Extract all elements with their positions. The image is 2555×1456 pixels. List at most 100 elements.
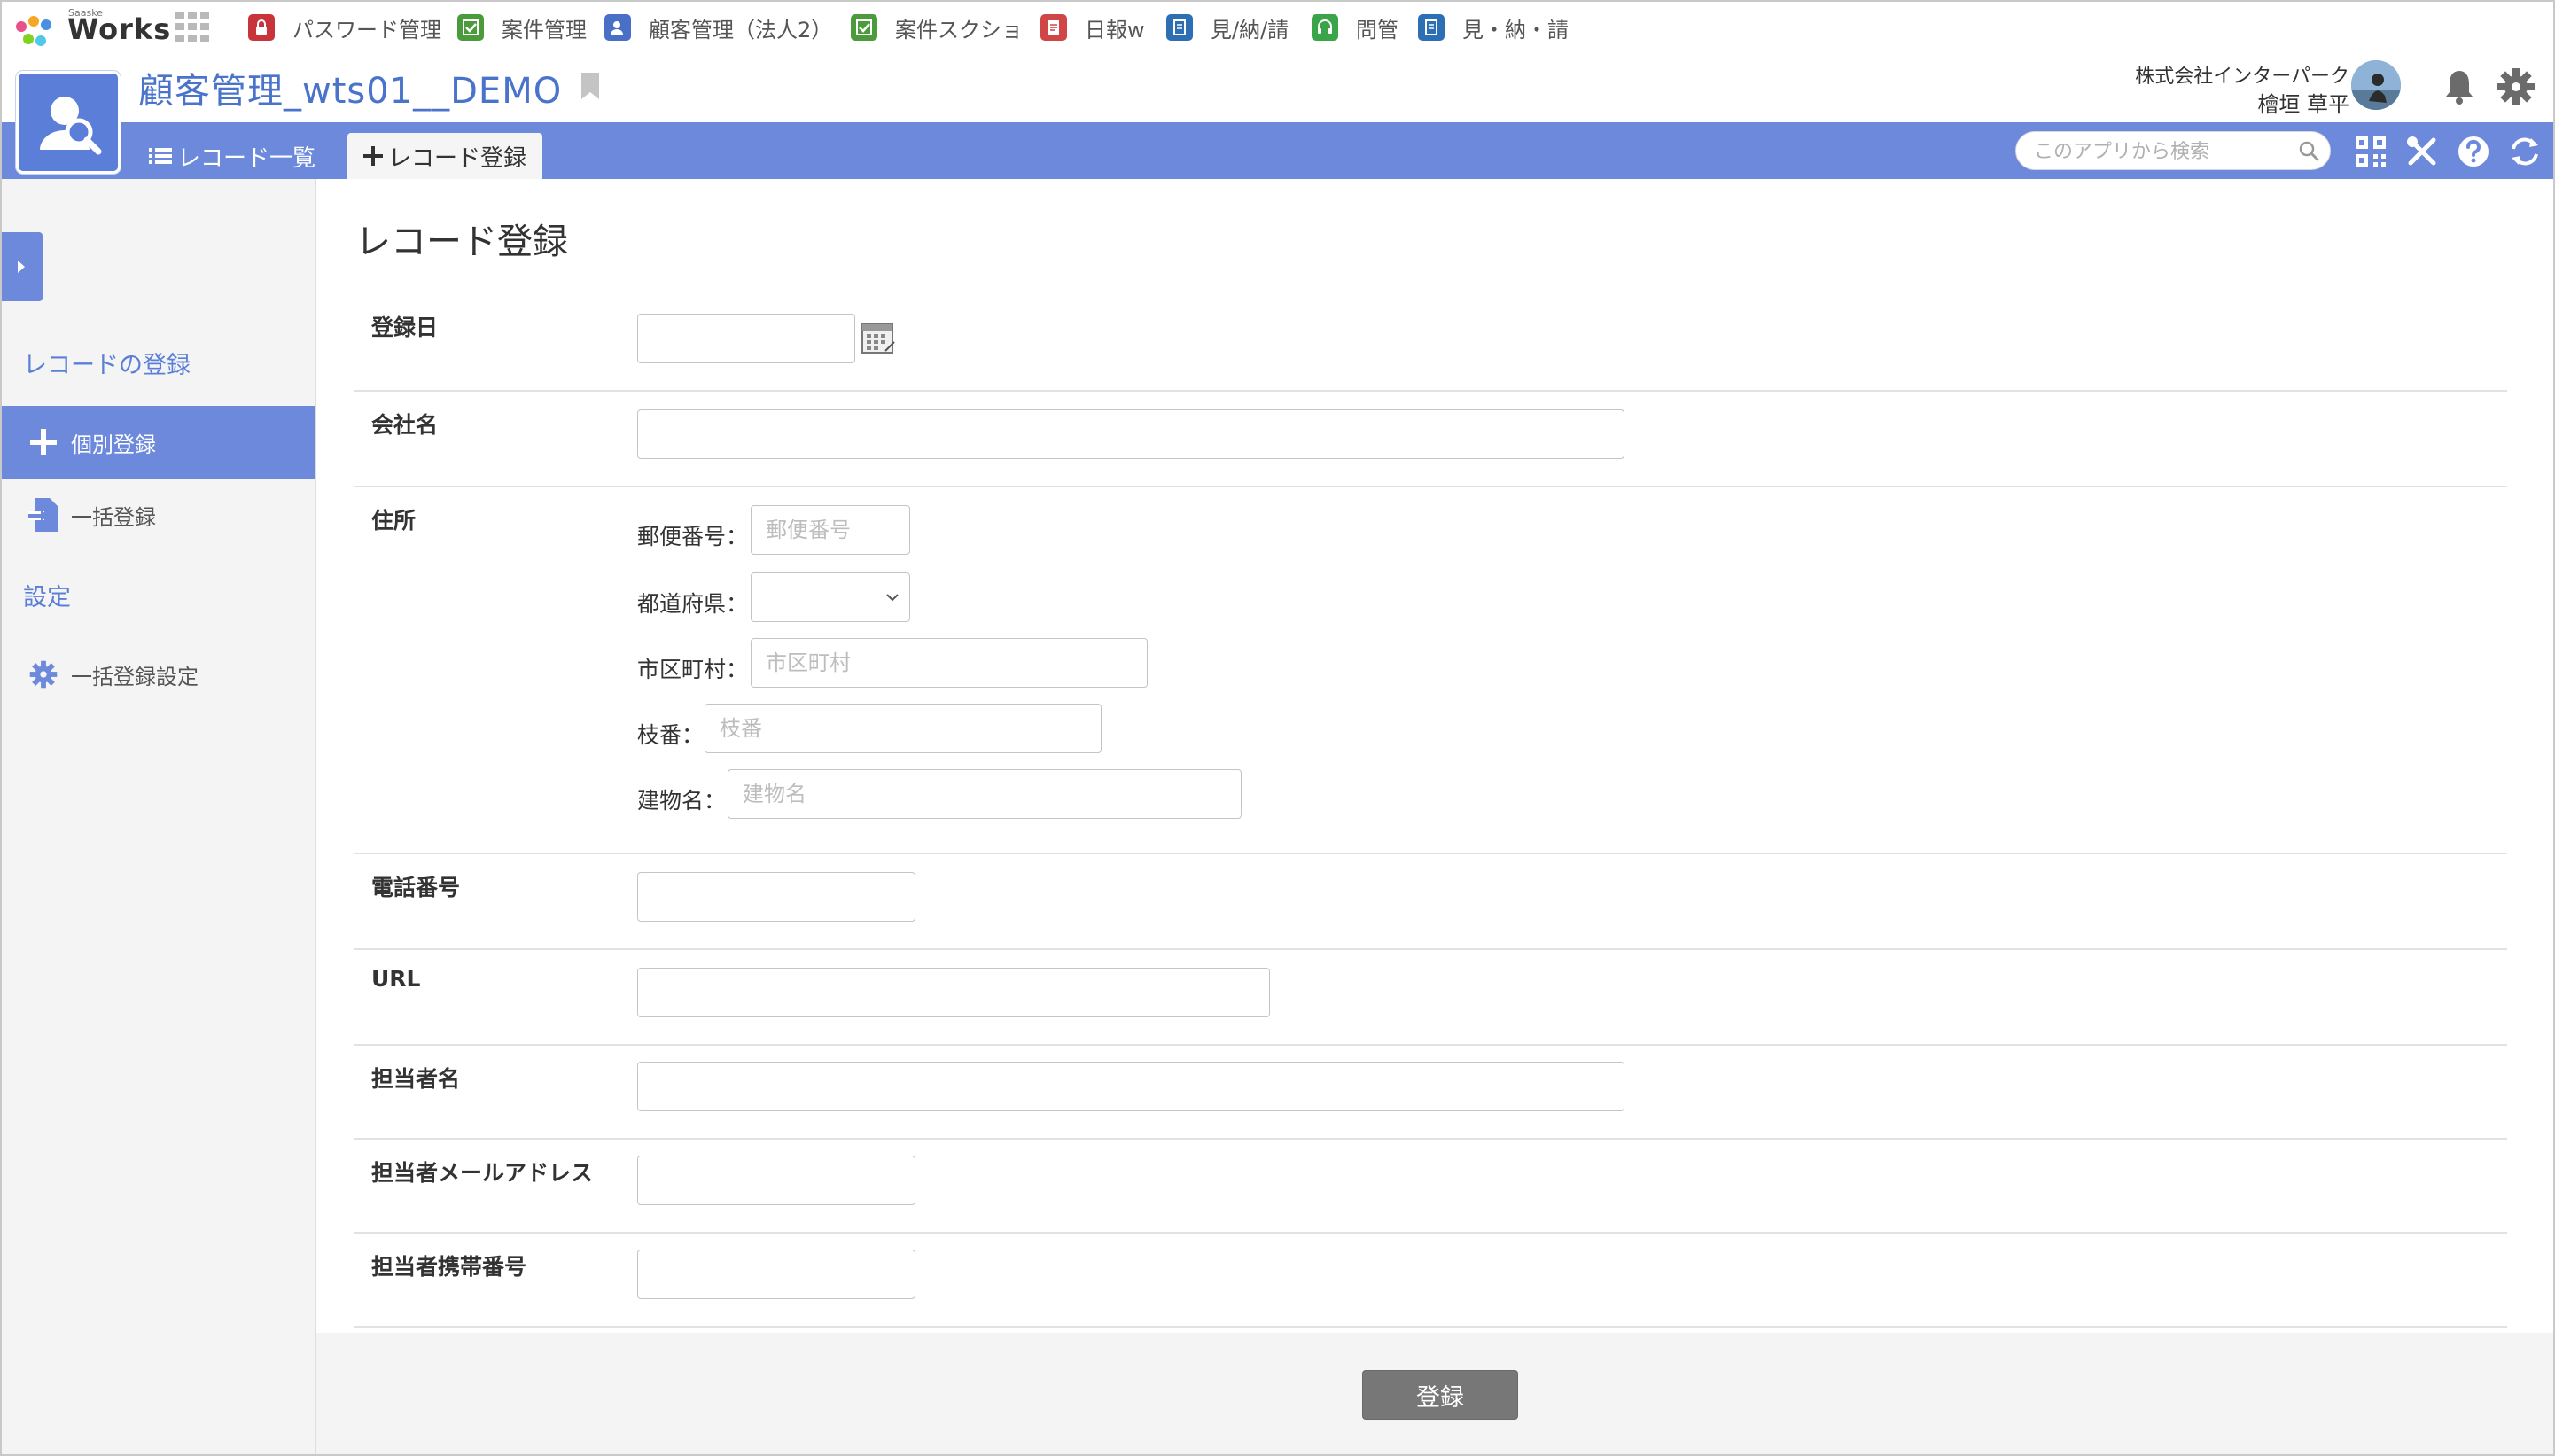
shortcut-label: 顧客管理（法人2） [649,17,833,43]
shortcut-quotes[interactable]: 見/納/請 [1166,2,1289,53]
contact-mobile-input[interactable] [637,1250,915,1299]
field-label: 住所 [371,508,417,533]
sidebar-section-settings: 設定 [23,584,71,611]
sidebar-section-records: レコードの登録 [23,352,191,379]
prefecture-select[interactable] [751,572,910,622]
shortcut-customers[interactable]: 顧客管理（法人2） [604,2,832,53]
building-name-label: 建物名： [637,788,727,814]
form-footer: 登録 [316,1333,2553,1454]
shortcut-label: 問管 [1356,17,1398,43]
customer-icon [604,14,631,41]
avatar[interactable] [2351,60,2401,110]
tab-label: レコード登録 [388,144,527,172]
field-row-company-name: 会社名 [354,392,2507,487]
phone-input[interactable] [637,872,915,922]
logo-mark-icon [16,16,51,46]
shortcut-projects[interactable]: 案件管理 [457,2,587,53]
sidebar-item-single-register[interactable]: 個別登録 [2,406,315,479]
app-nav-bar: レコード一覧 レコード登録 [2,122,2553,179]
document-icon [1418,14,1445,41]
sidebar: レコードの登録 個別登録 一括登録 設定 一括登録設定 [2,179,316,1454]
shortcut-inquiries[interactable]: 問管 [1312,2,1398,53]
contact-email-input[interactable] [637,1156,915,1205]
user-name[interactable]: 檜垣 草平 [2257,87,2349,118]
tab-record-register[interactable]: レコード登録 [347,133,543,179]
shortcut-label: 案件スクショ [895,17,1023,43]
avatar-image [2351,60,2401,110]
shortcut-label: 日報w [1085,17,1145,43]
field-row-address: 住所 郵便番号： 都道府県： 市区町村： 枝番： 建物名： [354,487,2507,854]
check-icon [457,14,484,41]
app-title: 顧客管理_wts01__DEMO [138,71,563,112]
field-row-contact-mobile: 担当者携帯番号 [354,1234,2507,1328]
field-row-contact-email: 担当者メールアドレス [354,1140,2507,1234]
app-search[interactable] [2015,131,2331,170]
chevron-down-icon [886,594,899,602]
top-app-bar: Saaske Works パスワード管理 案件管理 顧客管理（法人2） 案件スク… [2,2,2553,54]
url-input[interactable] [637,968,1270,1017]
sidebar-item-label: 一括登録 [71,504,156,530]
brand-name: Works [67,12,172,46]
prefecture-label: 都道府県： [637,591,749,617]
submit-button[interactable]: 登録 [1362,1370,1518,1420]
shortcut-label: 案件管理 [502,17,587,43]
field-label: 電話番号 [371,875,461,900]
lock-icon [248,14,275,41]
company-name: 株式会社インターパーク [2135,66,2349,88]
field-label: 担当者携帯番号 [371,1254,527,1280]
city-input[interactable] [751,638,1148,688]
gear-icon [27,658,60,691]
building-name-input[interactable] [728,769,1242,819]
sidebar-item-label: 個別登録 [71,432,156,457]
block-number-input[interactable] [705,704,1102,753]
field-row-url: URL [354,950,2507,1046]
bookmark-icon[interactable] [580,73,601,99]
bell-icon[interactable] [2442,67,2477,106]
shortcut-label: 見・納・請 [1462,17,1569,43]
tab-record-list[interactable]: レコード一覧 [149,133,315,179]
sync-icon[interactable] [2508,135,2542,168]
shortcut-quotes-2[interactable]: 見・納・請 [1418,2,1569,53]
block-number-label: 枝番： [637,722,705,748]
record-form: レコード登録 登録日 会社名 住所 郵便番号： 都道府 [316,179,2553,1331]
shortcut-daily-report[interactable]: 日報w [1040,2,1145,53]
registration-date-input[interactable] [637,314,855,363]
app-grid-icon[interactable] [175,12,211,43]
field-label: 担当者名 [371,1066,461,1092]
chevron-right-icon [18,261,25,273]
gear-icon[interactable] [2497,67,2536,106]
shortcut-label: 見/納/請 [1211,17,1289,43]
city-label: 市区町村： [637,657,749,682]
customer-search-icon [40,97,102,155]
plus-icon [363,146,383,166]
import-file-icon [27,498,60,532]
qr-code-icon[interactable] [2354,135,2388,168]
check-icon [851,14,877,41]
postal-code-input[interactable] [751,505,910,555]
app-header: 顧客管理_wts01__DEMO 株式会社インターパーク 檜垣 草平 [2,53,2553,174]
search-input[interactable] [2032,137,2293,166]
tools-icon[interactable] [2405,135,2439,168]
help-icon[interactable] [2457,135,2490,168]
contact-name-input[interactable] [637,1062,1624,1111]
report-icon [1040,14,1067,41]
shortcut-label: パスワード管理 [292,17,441,43]
field-row-phone: 電話番号 [354,854,2507,950]
field-label: 担当者メールアドレス [371,1160,594,1186]
app-window: Saaske Works パスワード管理 案件管理 顧客管理（法人2） 案件スク… [0,0,2555,1456]
tab-label: レコード一覧 [177,144,316,172]
sidebar-item-bulk-settings[interactable]: 一括登録設定 [2,638,315,711]
calendar-icon[interactable] [861,321,896,356]
plus-icon [27,425,60,459]
field-label: URL [371,966,421,992]
field-label: 会社名 [371,412,439,438]
sidebar-item-label: 一括登録設定 [71,664,199,689]
sidebar-item-bulk-register[interactable]: 一括登録 [2,479,315,551]
shortcut-project-screenshots[interactable]: 案件スクショ [851,2,1023,53]
shortcut-password[interactable]: パスワード管理 [248,2,441,53]
search-icon[interactable] [2298,140,2319,161]
sidebar-toggle[interactable] [2,232,43,301]
page-title: レコード登録 [355,222,568,262]
company-name-input[interactable] [637,409,1624,459]
app-icon[interactable] [16,71,121,174]
